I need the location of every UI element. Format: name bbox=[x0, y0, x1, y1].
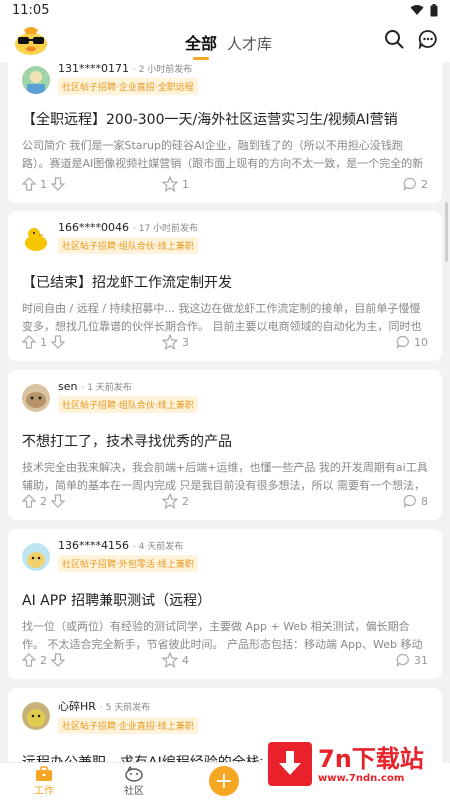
post-card[interactable]: 166****0046 · 17 小时前发布 社区帖子招聘·组队合伙·线上兼职 … bbox=[8, 211, 442, 361]
post-description: 技术完全由我来解决，我会前端+后端+运维，也懂一些产品 我的开发周期有ai工具辅… bbox=[22, 461, 428, 492]
post-title[interactable]: 不想打工了，技术寻找优秀的产品 bbox=[22, 431, 428, 451]
avatar[interactable] bbox=[22, 225, 50, 253]
community-icon bbox=[125, 766, 143, 782]
scrollbar[interactable] bbox=[445, 202, 448, 262]
create-post-button[interactable]: + bbox=[209, 766, 239, 796]
watermark: 7n下载站 www.7ndn.com bbox=[262, 734, 442, 794]
post-description: 时间自由 / 远程 / 持续招募中... 我这边在做龙虾工作流定制的接单，目前单… bbox=[22, 302, 422, 333]
post-time: · 5 天前发布 bbox=[99, 703, 151, 713]
nav-work[interactable]: 工作 bbox=[34, 766, 54, 797]
author-name[interactable]: 131****0171 bbox=[58, 62, 129, 75]
post-feed[interactable]: 131****0171 · 2 小时前发布 社区帖子招聘·企业直招·全职远程 【… bbox=[0, 62, 450, 762]
star-count: 3 bbox=[182, 335, 189, 349]
thumb-down-icon[interactable] bbox=[51, 335, 65, 349]
thumb-up-icon[interactable] bbox=[22, 494, 36, 508]
thumb-down-icon[interactable] bbox=[51, 653, 65, 667]
app-logo-duck-icon[interactable] bbox=[14, 24, 48, 56]
star-count: 4 bbox=[182, 653, 189, 667]
post-description: 找一位（或两位）有经验的测试同学，主要做 App + Web 相关测试，偏长期合… bbox=[22, 620, 423, 651]
post-tag: 社区帖子招聘·外包零活·线上兼职 bbox=[58, 555, 198, 572]
star-count: 1 bbox=[182, 177, 189, 191]
briefcase-icon bbox=[36, 766, 52, 781]
search-icon[interactable] bbox=[384, 29, 404, 49]
comment-icon[interactable] bbox=[396, 335, 410, 349]
post-time: · 1 天前发布 bbox=[81, 383, 132, 393]
author-name[interactable]: sen bbox=[58, 380, 77, 393]
avatar[interactable] bbox=[22, 702, 50, 730]
post-card[interactable]: 136****4156 · 4 天前发布 社区帖子招聘·外包零活·线上兼职 AI… bbox=[8, 529, 442, 679]
post-title[interactable]: 【已结束】招龙虾工作流定制开发 bbox=[22, 272, 428, 292]
header-tabs: 全部 人才库 bbox=[185, 30, 272, 60]
avatar[interactable] bbox=[22, 543, 50, 571]
upvote-count: 1 bbox=[40, 177, 47, 191]
message-icon[interactable] bbox=[418, 29, 438, 49]
post-description: 公司简介 我们是一家Starup的硅谷AI企业，融到钱了的（所以不用担心没钱跑路… bbox=[22, 139, 424, 170]
post-card[interactable]: sen · 1 天前发布 社区帖子招聘·组队合伙·线上兼职 不想打工了，技术寻找… bbox=[8, 370, 442, 520]
comment-count: 10 bbox=[414, 335, 428, 349]
upvote-count: 2 bbox=[40, 494, 47, 508]
avatar[interactable] bbox=[22, 384, 50, 412]
post-time: · 4 天前发布 bbox=[133, 542, 184, 552]
upvote-count: 2 bbox=[40, 653, 47, 667]
post-time: · 17 小时前发布 bbox=[133, 224, 199, 234]
tab-talent[interactable]: 人才库 bbox=[227, 33, 272, 60]
thumb-down-icon[interactable] bbox=[51, 177, 65, 191]
star-icon[interactable] bbox=[162, 493, 178, 509]
thumb-down-icon[interactable] bbox=[51, 494, 65, 508]
comment-icon[interactable] bbox=[403, 177, 417, 191]
thumb-up-icon[interactable] bbox=[22, 335, 36, 349]
comment-count: 2 bbox=[421, 177, 428, 191]
post-title[interactable]: 【全职远程】200-300一天/海外社区运营实习生/视频AI营销 bbox=[22, 109, 428, 129]
comment-count: 31 bbox=[414, 653, 428, 667]
comment-icon[interactable] bbox=[403, 494, 417, 508]
thumb-up-icon[interactable] bbox=[22, 177, 36, 191]
nav-community[interactable]: 社区 bbox=[124, 766, 144, 797]
star-count: 2 bbox=[182, 494, 189, 508]
post-time: · 2 小时前发布 bbox=[133, 65, 193, 75]
battery-icon bbox=[430, 3, 438, 16]
thumb-up-icon[interactable] bbox=[22, 653, 36, 667]
tab-all[interactable]: 全部 bbox=[185, 30, 217, 60]
status-time: 11:05 bbox=[12, 2, 50, 18]
author-name[interactable]: 136****4156 bbox=[58, 539, 129, 552]
plus-icon: + bbox=[214, 768, 234, 794]
avatar[interactable] bbox=[22, 66, 50, 94]
star-icon[interactable] bbox=[162, 652, 178, 668]
status-bar: 11:05 bbox=[0, 0, 450, 20]
post-tag: 社区帖子招聘·组队合伙·线上兼职 bbox=[58, 237, 198, 254]
post-tag: 社区帖子招聘·企业直招·全职远程 bbox=[58, 78, 198, 95]
post-tag: 社区帖子招聘·组队合伙·线上兼职 bbox=[58, 396, 198, 413]
post-tag: 社区帖子招聘·企业直招·线上兼职 bbox=[58, 717, 198, 734]
wifi-icon bbox=[410, 5, 424, 15]
post-card[interactable]: 131****0171 · 2 小时前发布 社区帖子招聘·企业直招·全职远程 【… bbox=[8, 62, 442, 203]
comment-icon[interactable] bbox=[396, 653, 410, 667]
post-title[interactable]: AI APP 招聘兼职测试（远程） bbox=[22, 590, 428, 610]
watermark-brand: 7n下载站 bbox=[318, 744, 424, 773]
watermark-url: www.7ndn.com bbox=[318, 772, 405, 784]
upvote-count: 1 bbox=[40, 335, 47, 349]
top-bar: 全部 人才库 bbox=[0, 20, 450, 62]
nav-work-label: 工作 bbox=[34, 786, 54, 797]
star-icon[interactable] bbox=[162, 176, 178, 192]
star-icon[interactable] bbox=[162, 334, 178, 350]
comment-count: 8 bbox=[421, 494, 428, 508]
author-name[interactable]: 166****0046 bbox=[58, 221, 129, 234]
download-arrow-icon bbox=[268, 742, 312, 786]
nav-community-label: 社区 bbox=[124, 786, 144, 797]
author-name[interactable]: 心碎HR bbox=[58, 698, 96, 714]
